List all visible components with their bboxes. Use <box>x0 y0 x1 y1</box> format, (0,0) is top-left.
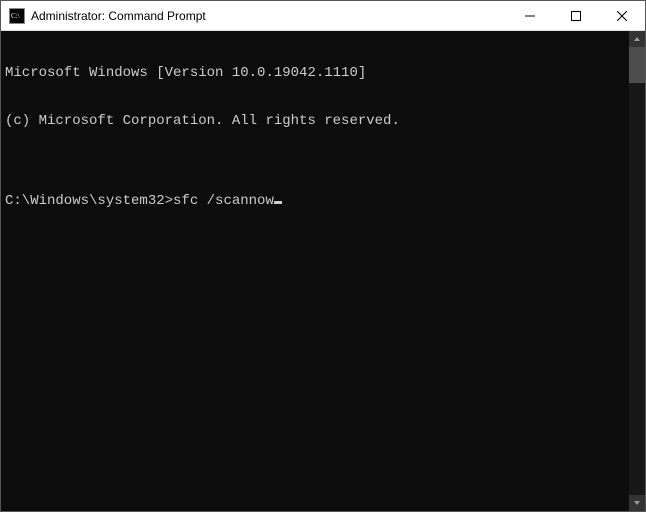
window-title: Administrator: Command Prompt <box>31 9 206 23</box>
cursor-icon <box>274 201 282 204</box>
copyright-line: (c) Microsoft Corporation. All rights re… <box>5 113 625 129</box>
window-controls <box>507 1 645 30</box>
titlebar[interactable]: C:\ Administrator: Command Prompt <box>1 1 645 31</box>
scroll-up-button[interactable] <box>629 31 645 47</box>
close-button[interactable] <box>599 1 645 30</box>
version-line: Microsoft Windows [Version 10.0.19042.11… <box>5 65 625 81</box>
console-output[interactable]: Microsoft Windows [Version 10.0.19042.11… <box>1 31 629 511</box>
cmd-icon: C:\ <box>9 8 25 24</box>
scrollbar-track[interactable] <box>629 47 645 495</box>
prompt-path: C:\Windows\system32> <box>5 193 173 209</box>
minimize-button[interactable] <box>507 1 553 30</box>
typed-command: sfc /scannow <box>173 193 274 209</box>
console-area: Microsoft Windows [Version 10.0.19042.11… <box>1 31 645 511</box>
maximize-button[interactable] <box>553 1 599 30</box>
svg-text:C:\: C:\ <box>11 12 20 20</box>
scrollbar-thumb[interactable] <box>629 47 645 83</box>
command-prompt-window: C:\ Administrator: Command Prompt Micros… <box>0 0 646 512</box>
prompt-line: C:\Windows\system32>sfc /scannow <box>5 193 625 209</box>
vertical-scrollbar[interactable] <box>629 31 645 511</box>
scroll-down-button[interactable] <box>629 495 645 511</box>
